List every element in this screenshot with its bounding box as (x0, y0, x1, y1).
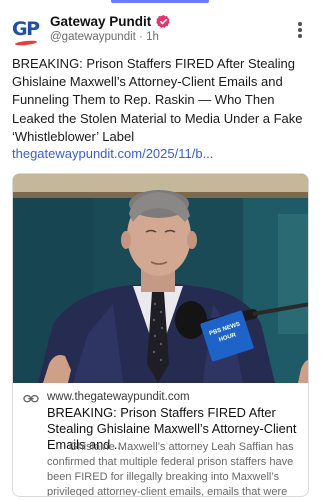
more-options-button[interactable] (290, 20, 310, 40)
post-time: 1h (146, 31, 159, 43)
more-vertical-icon (298, 22, 302, 26)
link-preview-card[interactable]: PBS NEWS HOUR www.thegatewaypundit.com B… (12, 173, 309, 497)
author-name-row: Gateway Pundit (50, 14, 171, 29)
post-link[interactable]: thegatewaypundit.com/2025/11/b... (12, 146, 213, 161)
author-handle[interactable]: @gatewaypundit (50, 31, 136, 43)
post-header: GP Gateway Pundit @gatewaypundit · 1h (12, 14, 312, 48)
avatar-logo-text: GP (12, 18, 40, 40)
post-text: BREAKING: Prison Staffers FIRED After St… (12, 56, 303, 144)
logo-swoosh (14, 39, 38, 47)
author-handle-row: @gatewaypundit · 1h (50, 31, 159, 43)
link-icon (23, 395, 39, 403)
card-image[interactable]: PBS NEWS HOUR (13, 174, 308, 383)
verified-badge-icon (156, 14, 171, 28)
post: GP Gateway Pundit @gatewaypundit · 1h BR… (0, 0, 321, 500)
avatar[interactable]: GP (12, 14, 42, 48)
card-domain: www.thegatewaypundit.com (47, 391, 190, 403)
author-name[interactable]: Gateway Pundit (50, 14, 151, 29)
more-vertical-icon-dot (298, 34, 302, 38)
card-description: Ghislaine Maxwell’s attorney Leah Saffia… (47, 441, 294, 497)
card-footer: www.thegatewaypundit.com BREAKING: Priso… (13, 383, 308, 497)
more-vertical-icon-dot (298, 28, 302, 32)
